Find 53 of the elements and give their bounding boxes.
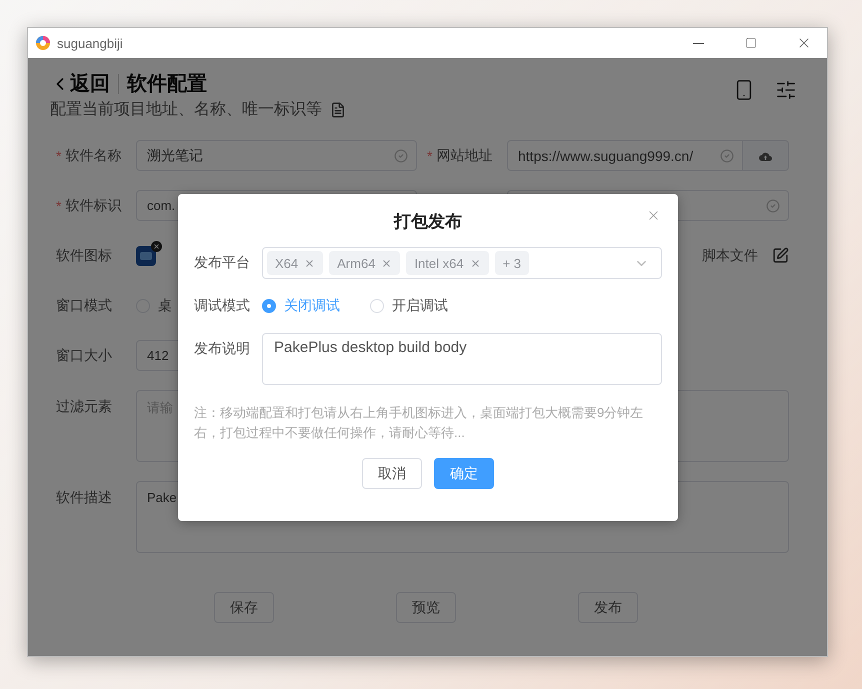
upload-button[interactable]: [743, 140, 789, 171]
remove-icon[interactable]: [304, 258, 316, 268]
page-title: 软件配置: [127, 72, 207, 97]
remove-icon[interactable]: [381, 258, 392, 268]
field-label: 脚本文件: [702, 246, 758, 264]
back-link[interactable]: 返回: [50, 74, 119, 94]
check-icon: [766, 198, 780, 212]
action-button[interactable]: 保存: [214, 592, 274, 623]
field-label: 软件图标: [56, 246, 113, 264]
field-label: 发布平台: [194, 254, 251, 272]
url-field[interactable]: https://www.suguang999.cn/: [507, 140, 743, 171]
field-label: 发布说明: [194, 339, 251, 358]
platform-select[interactable]: X64 Arm64 Intel x64 + 3: [262, 247, 662, 279]
action-button[interactable]: 发布: [578, 592, 638, 623]
field-label: * 软件标识: [56, 196, 122, 214]
edit-icon[interactable]: [772, 247, 789, 264]
confirm-button[interactable]: 确定: [434, 458, 494, 489]
more-tag: + 3: [494, 251, 530, 275]
document-icon[interactable]: [330, 102, 346, 118]
radio-option[interactable]: 关闭调试: [262, 297, 340, 315]
dialog-title: 打包发布: [394, 211, 462, 233]
remove-icon[interactable]: [470, 258, 481, 268]
required-mark: *: [427, 148, 432, 164]
field-label: * 网站地址: [426, 146, 494, 164]
radio-option[interactable]: 桌: [136, 296, 172, 314]
field-label: 窗口模式: [56, 296, 113, 314]
cloud-upload-icon: [759, 150, 772, 160]
required-mark: *: [56, 148, 62, 164]
field-label: 调试模式: [194, 297, 251, 315]
platform-tag: X64: [267, 251, 324, 275]
maximize-icon: [745, 37, 757, 49]
field-label: * 软件名称: [56, 146, 122, 164]
field-label: 窗口大小: [56, 346, 113, 364]
check-icon: [720, 148, 734, 162]
name-field[interactable]: 溯光笔记: [136, 140, 417, 171]
check-icon: [394, 148, 408, 162]
hint-text: 注：移动端配置和打包请从右上角手机图标进入，桌面端打包大概需要9分钟左右，打包过程中不要做任何操作，请耐心等待...: [194, 404, 644, 442]
notes-textarea[interactable]: PakePlus desktop build body: [262, 333, 662, 385]
page-subtitle: 配置当前项目地址、名称、唯一标识等: [50, 100, 322, 120]
window-title: suguangbiji: [57, 36, 124, 50]
field-label: 软件描述: [56, 488, 113, 507]
platform-tag: Arm64: [329, 251, 400, 275]
app-icon[interactable]: [136, 246, 156, 266]
action-button[interactable]: 预览: [396, 592, 456, 623]
settings-icon[interactable]: [775, 79, 797, 101]
platform-tag: Intel x64: [406, 251, 489, 275]
cancel-button[interactable]: 取消: [362, 458, 422, 489]
field-label: 过滤元素: [56, 397, 113, 416]
app-logo-icon: [36, 36, 50, 50]
remove-badge[interactable]: [151, 240, 162, 252]
minimize-icon: [692, 42, 704, 44]
radio-option[interactable]: 开启调试: [370, 297, 448, 315]
required-mark: *: [56, 198, 62, 214]
